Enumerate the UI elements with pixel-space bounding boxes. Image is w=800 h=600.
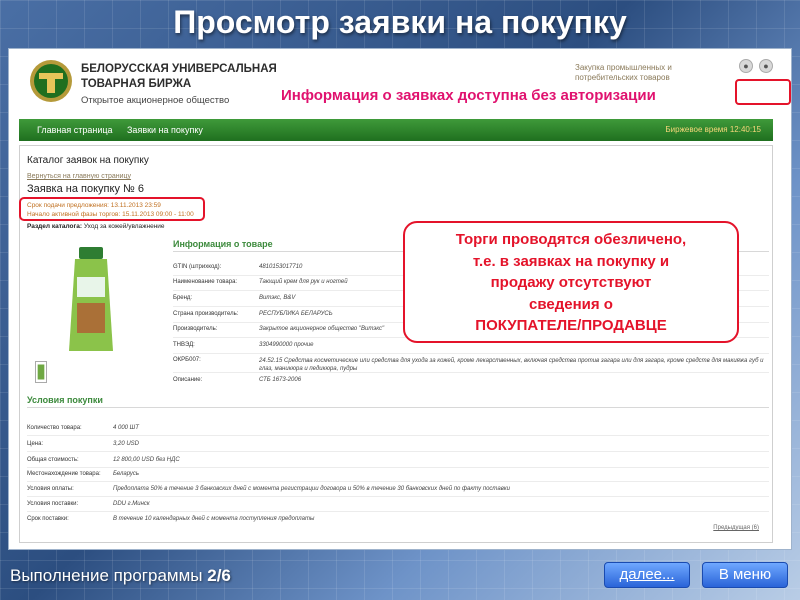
login-highlight-box — [735, 79, 791, 105]
callout-line: Торги проводятся обезличено, — [455, 231, 687, 248]
menu-button[interactable]: В меню — [702, 562, 788, 588]
main-nav: Главная страница Заявки на покупку Бирже… — [19, 119, 773, 141]
header-circle-button-2[interactable]: ● — [759, 59, 773, 73]
info-label: Бренд: — [173, 295, 193, 301]
catalog-section-value: Уход за кожей/увлажнение — [83, 223, 165, 230]
cond-value: 4 000 ШТ — [113, 425, 139, 431]
cond-label: Цена: — [27, 441, 44, 447]
info-value: Витэкс, B&V — [259, 295, 296, 301]
info-value: 4810153017710 — [259, 264, 303, 270]
footer-text: Выполнение программы — [10, 566, 203, 585]
cond-value: Беларусь — [113, 471, 140, 477]
browser-frame: БЕЛОРУССКАЯ УНИВЕРСАЛЬНАЯ ТОВАРНАЯ БИРЖА… — [8, 48, 792, 550]
cond-label: Условия оплаты: — [27, 486, 74, 492]
cond-label: Количество товара: — [27, 425, 82, 431]
product-thumbnail[interactable] — [35, 361, 47, 383]
catalog-section-key: Раздел каталога: — [27, 223, 83, 230]
anonymity-callout: Торги проводятся обезличено, т.е. в заяв… — [403, 221, 739, 343]
header-circle-button-1[interactable]: ● — [739, 59, 753, 73]
exchange-logo-icon — [30, 60, 72, 102]
info-label: Наименование товара: — [173, 279, 238, 285]
nav-item-purchase-orders[interactable]: Заявки на покупку — [127, 125, 203, 135]
callout-line: ПОКУПАТЕЛЕ/ПРОДАВЦЕ — [475, 317, 667, 334]
info-label: Производитель: — [173, 326, 218, 332]
info-value: СТБ 1673-2006 — [259, 377, 302, 383]
next-button[interactable]: далее... — [604, 562, 690, 588]
nav-item-home[interactable]: Главная страница — [37, 125, 113, 135]
purchase-link-line2[interactable]: потребительских товаров — [575, 73, 670, 82]
slide-title: Просмотр заявки на покупку — [173, 4, 627, 40]
exchange-time: Биржевое время 12:40:15 — [665, 125, 761, 134]
row-divider — [173, 353, 769, 354]
info-label: ТНВЭД: — [173, 342, 195, 348]
org-subtitle: Открытое акционерное общество — [81, 95, 230, 106]
cond-value: DDU г.Минск — [113, 501, 150, 507]
org-name-line1: БЕЛОРУССКАЯ УНИВЕРСАЛЬНАЯ — [81, 63, 277, 75]
info-value: Тающий крем для рук и ногтей — [259, 279, 348, 285]
conditions-heading: Условия покупки — [27, 395, 103, 405]
row-divider — [27, 511, 769, 512]
row-divider — [27, 496, 769, 497]
footer-step: 2/6 — [207, 566, 231, 585]
footer-progress: Выполнение программы 2/6 — [10, 566, 231, 586]
catalog-section: Раздел каталога: Уход за кожей/увлажнени… — [27, 223, 165, 230]
info-label: Страна производитель: — [173, 311, 239, 317]
cond-value: Предоплата 50% в течение 3 банковских дн… — [113, 486, 510, 492]
org-name-line2: ТОВАРНАЯ БИРЖА — [81, 78, 192, 90]
cond-label: Условия поставки: — [27, 501, 79, 507]
row-divider — [27, 451, 769, 452]
row-divider — [27, 481, 769, 482]
row-divider — [27, 435, 769, 436]
cond-value: 12 800,00 USD без НДС — [113, 457, 180, 463]
row-divider — [173, 372, 769, 373]
info-value: РЕСПУБЛИКА БЕЛАРУСЬ — [259, 311, 333, 317]
cond-value: 3,20 USD — [113, 441, 140, 447]
info-value: 24.52.15 Средства косметические или сред… — [259, 358, 764, 372]
info-label: ОКРБ007: — [173, 357, 201, 363]
callout-line: продажу отсутствуют — [490, 274, 652, 291]
row-divider — [27, 467, 769, 468]
product-image[interactable] — [63, 247, 119, 355]
cond-label: Местонахождение товара: — [27, 471, 101, 477]
previous-link[interactable]: Предыдущая (6) — [713, 525, 759, 531]
auth-note: Информация о заявках доступна без автори… — [281, 87, 656, 104]
cond-label: Общая стоимость: — [27, 457, 79, 463]
purchase-link-line1[interactable]: Закупка промышленных и — [575, 63, 672, 72]
callout-line: сведения о — [529, 295, 613, 313]
order-title: Заявка на покупку № 6 — [27, 183, 144, 195]
info-value: 3304990000 прочие — [259, 342, 314, 348]
back-to-home-link[interactable]: Вернуться на главную страницу — [27, 173, 131, 180]
submission-deadline: Срок подачи предложения: 13.11.2013 23:5… — [27, 202, 161, 209]
info-value: Закрытое акционерное общество "Витэкс" — [259, 326, 385, 332]
cond-label: Срок поставки: — [27, 516, 69, 522]
catalog-title: Каталог заявок на покупку — [27, 155, 149, 166]
info-label: Описание: — [173, 377, 203, 383]
callout-line: т.е. в заявках на покупку и — [472, 252, 670, 270]
active-phase-start: Начало активной фазы торгов: 15.11.2013 … — [27, 211, 194, 218]
cond-value: В течение 10 календарных дней с момента … — [113, 516, 315, 522]
info-label: GTIN (штрихкод): — [173, 264, 222, 270]
product-info-heading: Информация о товаре — [173, 239, 273, 249]
divider — [27, 407, 769, 408]
